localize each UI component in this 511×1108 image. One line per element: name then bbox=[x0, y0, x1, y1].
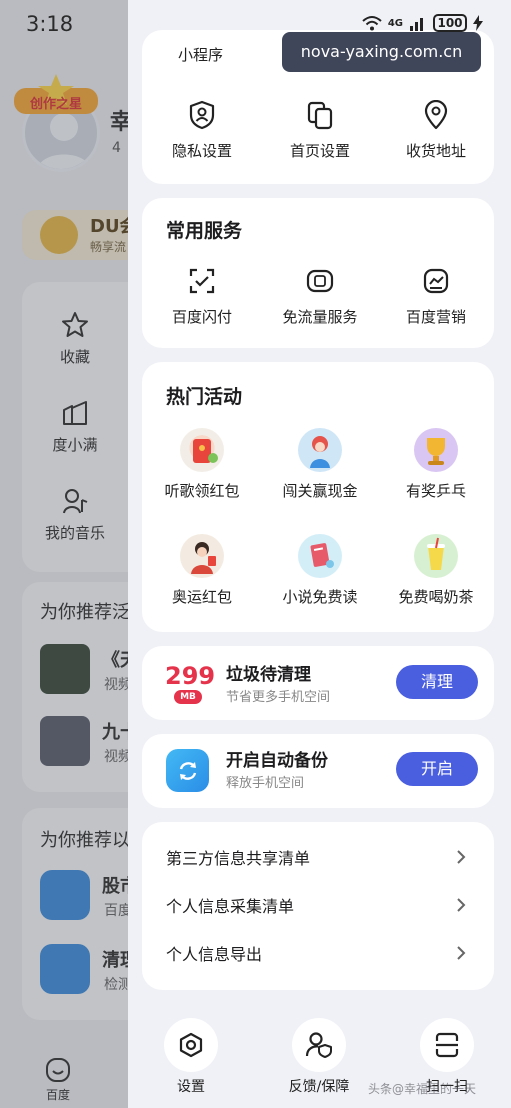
activity-listen-red-envelope[interactable]: 听歌领红包 bbox=[143, 428, 261, 501]
activity-label: 有奖乒乓 bbox=[405, 482, 466, 500]
activity-level-win-cash[interactable]: 闯关赢现金 bbox=[261, 428, 379, 501]
list-row-label: 个人信息导出 bbox=[166, 945, 263, 964]
olympic-character-icon bbox=[180, 534, 224, 578]
watermark-bottom: 头条@幸福里的一天 bbox=[368, 1082, 477, 1096]
activity-olympic-red-envelope[interactable]: 奥运红包 bbox=[143, 534, 261, 607]
marketing-chart-icon bbox=[423, 268, 449, 294]
chevron-right-icon bbox=[457, 946, 466, 960]
shipping-address-label: 收货地址 bbox=[405, 142, 466, 160]
chevron-right-icon bbox=[457, 850, 466, 864]
trophy-icon bbox=[414, 428, 458, 472]
signal-icon bbox=[410, 18, 423, 31]
activity-label: 闯关赢现金 bbox=[282, 482, 358, 500]
hot-activities-title: 热门活动 bbox=[166, 386, 243, 408]
junk-size-unit: MB bbox=[174, 690, 202, 704]
home-settings-icon bbox=[307, 101, 333, 130]
free-data-service-label: 免流量服务 bbox=[282, 308, 358, 326]
chevron-right-icon bbox=[457, 898, 466, 912]
personal-info-export-row[interactable]: 个人信息导出 bbox=[166, 941, 466, 971]
watermark-site: nova-yaxing.com.cn bbox=[282, 32, 481, 72]
book-icon bbox=[298, 534, 342, 578]
third-party-sharing-list-row[interactable]: 第三方信息共享清单 bbox=[166, 845, 466, 875]
free-data-icon bbox=[306, 269, 334, 293]
enable-backup-button[interactable]: 开启 bbox=[396, 752, 478, 786]
home-settings-label: 首页设置 bbox=[289, 142, 350, 160]
privacy-settings-label: 隐私设置 bbox=[171, 142, 232, 160]
list-row-label: 个人信息采集清单 bbox=[166, 897, 295, 916]
settings-button[interactable]: 设置 bbox=[156, 1018, 226, 1096]
junk-size-value: 299 bbox=[165, 662, 216, 690]
battery-icon: 100 bbox=[433, 14, 467, 32]
baidu-marketing-label: 百度营销 bbox=[405, 308, 466, 326]
status-time: 3:18 bbox=[26, 12, 74, 36]
status-indicators: 4G 100 bbox=[362, 14, 483, 32]
shipping-address-button[interactable]: 收货地址 bbox=[377, 100, 495, 161]
activity-label: 奥运红包 bbox=[171, 588, 232, 606]
home-settings-button[interactable]: 首页设置 bbox=[261, 100, 379, 161]
activity-label: 小说免费读 bbox=[282, 588, 358, 606]
scan-icon bbox=[435, 1032, 459, 1058]
mini-program-label[interactable]: 小程序 bbox=[178, 44, 223, 65]
activity-label: 听歌领红包 bbox=[164, 482, 240, 500]
network-label: 4G bbox=[387, 17, 403, 29]
feedback-button[interactable]: 反馈/保障 bbox=[284, 1018, 354, 1096]
baidu-flash-pay-button[interactable]: 百度闪付 bbox=[143, 266, 261, 327]
personal-info-collection-list-row[interactable]: 个人信息采集清单 bbox=[166, 893, 466, 923]
activity-free-novel[interactable]: 小说免费读 bbox=[261, 534, 379, 607]
activity-label: 免费喝奶茶 bbox=[398, 588, 474, 606]
baidu-flash-pay-label: 百度闪付 bbox=[171, 308, 232, 326]
charging-icon bbox=[473, 15, 483, 31]
cleanup-sub: 节省更多手机空间 bbox=[226, 690, 331, 705]
list-row-label: 第三方信息共享清单 bbox=[166, 849, 311, 868]
cleanup-title: 垃圾待清理 bbox=[226, 665, 311, 685]
common-services-title: 常用服务 bbox=[166, 220, 243, 242]
backup-title: 开启自动备份 bbox=[226, 751, 328, 771]
wifi-icon bbox=[362, 16, 382, 31]
feedback-user-shield-icon bbox=[305, 1032, 332, 1058]
baidu-marketing-button[interactable]: 百度营销 bbox=[377, 266, 495, 327]
backup-sub: 释放手机空间 bbox=[226, 776, 305, 791]
red-envelope-icon bbox=[180, 428, 224, 472]
milk-tea-icon bbox=[414, 534, 458, 578]
settings-hex-icon bbox=[179, 1032, 203, 1058]
activity-free-milk-tea[interactable]: 免费喝奶茶 bbox=[377, 534, 495, 607]
settings-label: 设置 bbox=[177, 1079, 205, 1095]
feedback-label: 反馈/保障 bbox=[288, 1079, 350, 1095]
sync-icon bbox=[166, 749, 209, 792]
clean-button[interactable]: 清理 bbox=[396, 665, 478, 699]
free-data-service-button[interactable]: 免流量服务 bbox=[261, 266, 379, 327]
privacy-shield-icon bbox=[189, 100, 215, 130]
activity-prize-pingpong[interactable]: 有奖乒乓 bbox=[377, 428, 495, 501]
location-pin-icon bbox=[424, 100, 448, 130]
scan-pay-icon bbox=[189, 268, 215, 294]
game-character-icon bbox=[298, 428, 342, 472]
privacy-settings-button[interactable]: 隐私设置 bbox=[143, 100, 261, 161]
